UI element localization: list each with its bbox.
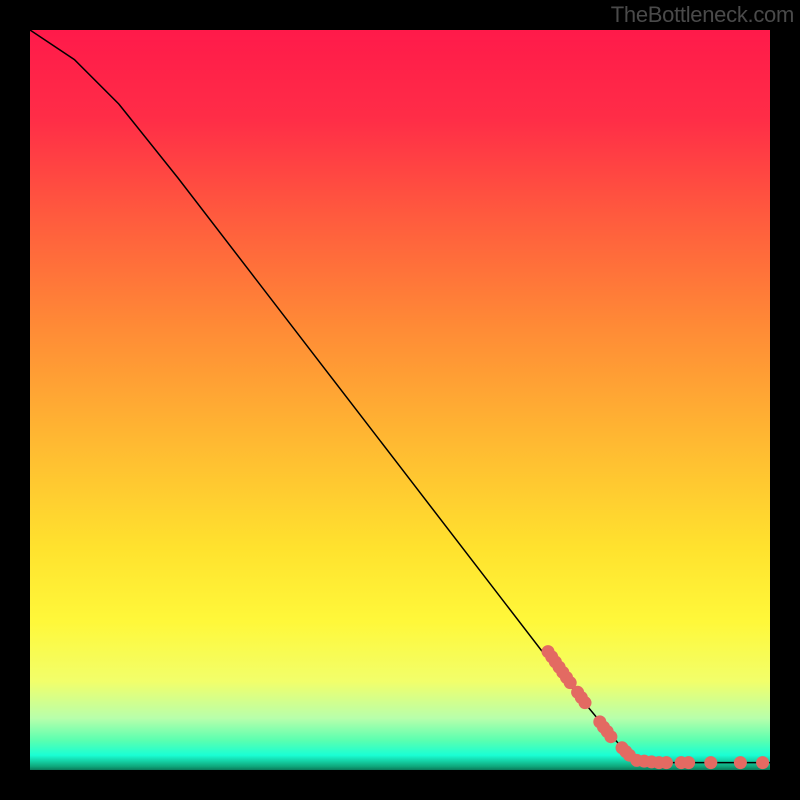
data-point (704, 756, 717, 769)
chart-overlay (30, 30, 770, 770)
data-point (682, 756, 695, 769)
plot-area (30, 30, 770, 770)
data-point (756, 756, 769, 769)
data-point (604, 730, 617, 743)
data-point (660, 756, 673, 769)
bottleneck-curve (30, 30, 770, 763)
data-markers (542, 645, 770, 769)
data-point (579, 696, 592, 709)
watermark-text: TheBottleneck.com (611, 2, 794, 28)
data-point (734, 756, 747, 769)
